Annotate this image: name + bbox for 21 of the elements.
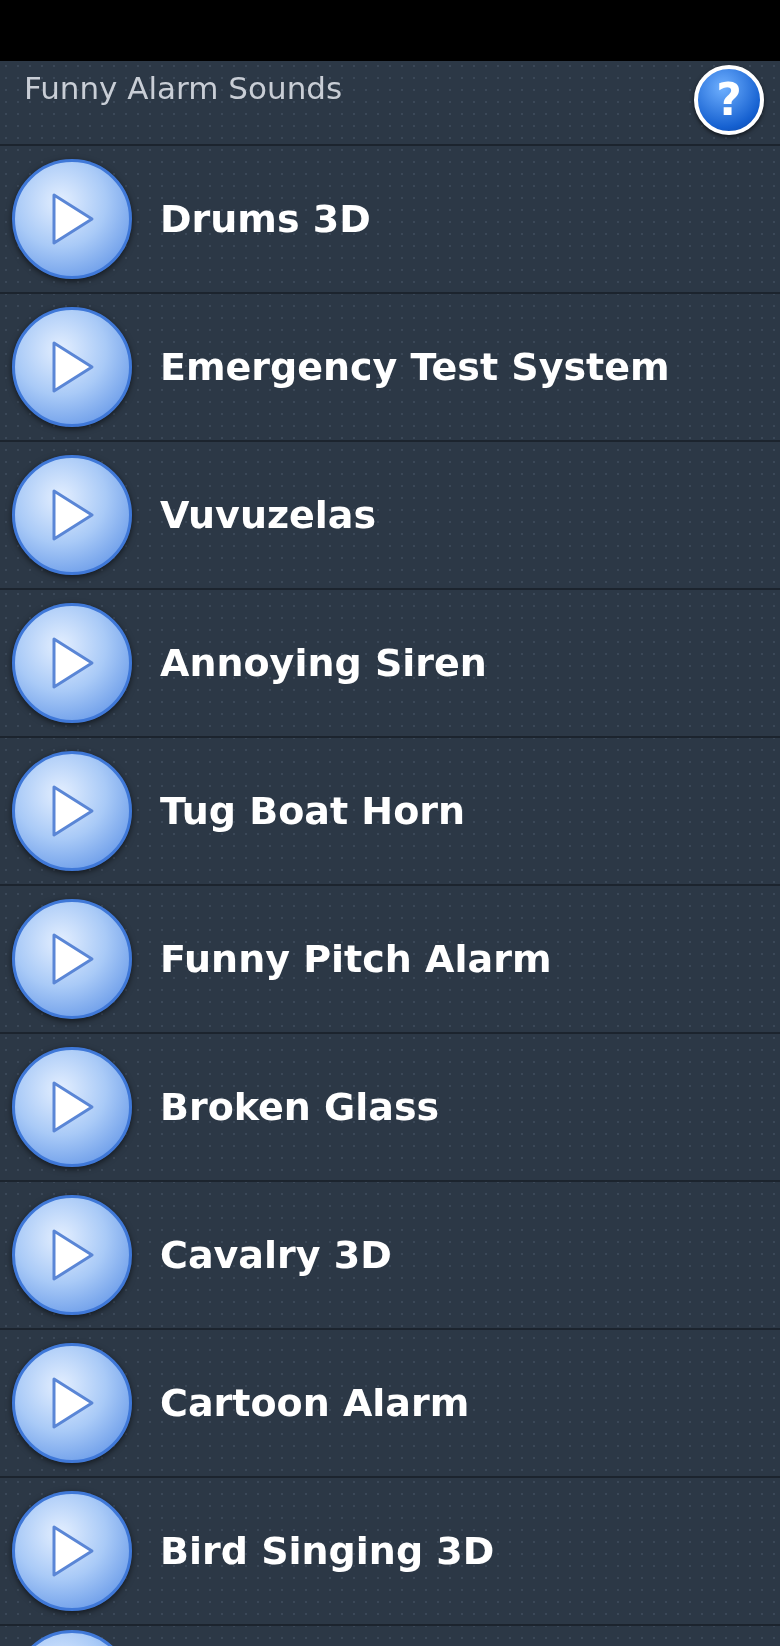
sound-name: Bird Singing 3D [160,1527,495,1575]
sound-name: Emergency Test System [160,343,670,391]
sound-name: Cartoon Alarm [160,1379,470,1427]
sound-name: Annoying Siren [160,639,487,687]
app-title: Funny Alarm Sounds [24,69,343,108]
sound-row[interactable]: Cartoon Alarm [0,1330,780,1478]
sound-row[interactable]: Vuvuzelas [0,442,780,590]
sound-row[interactable]: Annoying Siren [0,590,780,738]
sound-row[interactable]: Broken Glass [0,1034,780,1182]
sound-row[interactable]: Drums 3D [0,146,780,294]
sound-row[interactable]: Bird Singing 3D [0,1478,780,1626]
sound-name: Tug Boat Horn [160,787,466,835]
sound-row[interactable]: Tug Boat Horn [0,738,780,886]
sound-name: Drums 3D [160,195,371,243]
sound-row[interactable]: Cavalry 3D [0,1182,780,1330]
sound-row[interactable]: Funny Pitch Alarm [0,886,780,1034]
sound-name: Vuvuzelas [160,491,377,539]
sound-name: Funny Pitch Alarm [160,935,552,983]
sound-row[interactable]: Emergency Test System [0,294,780,442]
sound-name: Cavalry 3D [160,1231,392,1279]
sound-name: Broken Glass [160,1083,440,1131]
